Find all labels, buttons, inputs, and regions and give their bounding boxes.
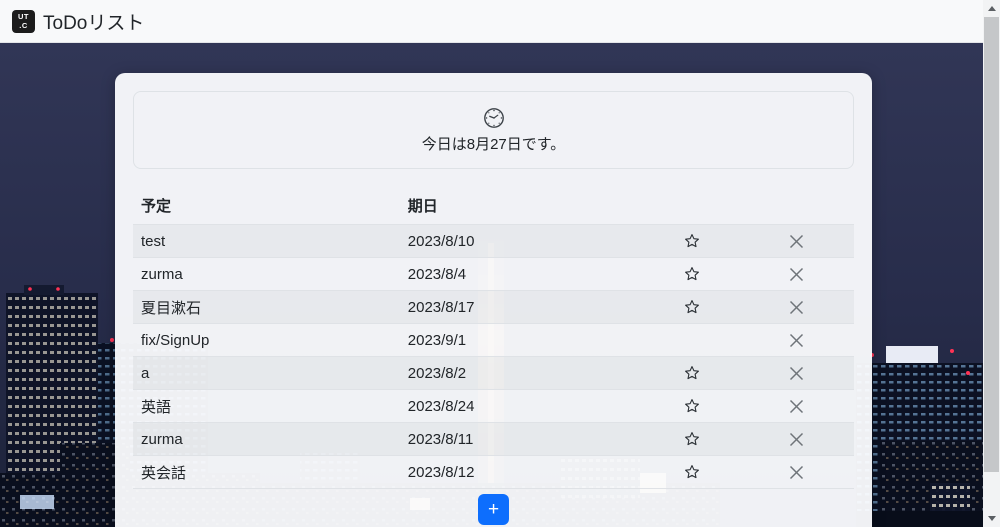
- scroll-down-arrow-icon: [988, 516, 996, 521]
- app-logo-icon: UT .C: [12, 10, 35, 33]
- date-banner: 今日は8月27日です。: [133, 91, 854, 169]
- x-icon: [789, 300, 804, 315]
- x-icon: [789, 465, 804, 480]
- todo-row: 夏目漱石 2023/8/17: [133, 291, 854, 324]
- clock-icon: [483, 107, 505, 129]
- todo-row: a 2023/8/2: [133, 357, 854, 390]
- todo-table: 予定 期日 test 2023/8/10: [133, 191, 854, 527]
- x-icon: [789, 333, 804, 348]
- scrollbar-thumb[interactable]: [984, 17, 999, 472]
- star-button[interactable]: [678, 297, 706, 317]
- today-date-message: 今日は8月27日です。: [422, 133, 566, 154]
- task-cell: 英会話: [133, 456, 400, 489]
- logo-text-bottom: .C: [19, 21, 28, 30]
- scroll-up-button[interactable]: [983, 0, 1000, 17]
- star-icon: [684, 233, 700, 249]
- delete-button[interactable]: [783, 430, 810, 449]
- logo-text-top: UT: [18, 12, 29, 21]
- x-icon: [789, 432, 804, 447]
- column-header-due: 期日: [400, 191, 645, 225]
- due-cell: 2023/8/11: [400, 423, 645, 456]
- delete-button[interactable]: [783, 364, 810, 383]
- todo-row: 英会話 2023/8/12: [133, 456, 854, 489]
- star-button[interactable]: [678, 396, 706, 416]
- star-icon: [684, 365, 700, 381]
- app-header: UT .C ToDoリスト: [0, 0, 983, 43]
- x-icon: [789, 366, 804, 381]
- star-icon: [684, 431, 700, 447]
- scroll-down-button[interactable]: [983, 510, 1000, 527]
- todo-row: zurma 2023/8/4: [133, 258, 854, 291]
- due-cell: 2023/8/24: [400, 390, 645, 423]
- column-header-delete: [739, 191, 854, 225]
- delete-button[interactable]: [783, 463, 810, 482]
- x-icon: [789, 234, 804, 249]
- todo-row: 英語 2023/8/24: [133, 390, 854, 423]
- table-header-row: 予定 期日: [133, 191, 854, 225]
- todo-row: zurma 2023/8/11: [133, 423, 854, 456]
- delete-button[interactable]: [783, 232, 810, 251]
- vertical-scrollbar[interactable]: [983, 0, 1000, 527]
- star-button[interactable]: [678, 429, 706, 449]
- todo-card: 今日は8月27日です。 予定 期日 test 2023/8/10: [115, 73, 872, 527]
- delete-button[interactable]: [783, 265, 810, 284]
- task-cell: test: [133, 225, 400, 258]
- task-cell: 夏目漱石: [133, 291, 400, 324]
- delete-button[interactable]: [783, 331, 810, 350]
- add-row: +: [133, 489, 854, 527]
- star-icon: [684, 398, 700, 414]
- due-cell: 2023/9/1: [400, 324, 645, 357]
- task-cell: 英語: [133, 390, 400, 423]
- star-icon: [684, 266, 700, 282]
- todo-row: test 2023/8/10: [133, 225, 854, 258]
- x-icon: [789, 399, 804, 414]
- task-cell: fix/SignUp: [133, 324, 400, 357]
- task-cell: zurma: [133, 423, 400, 456]
- star-button[interactable]: [678, 231, 706, 251]
- star-button[interactable]: [678, 363, 706, 383]
- column-header-favorite: [645, 191, 739, 225]
- delete-button[interactable]: [783, 298, 810, 317]
- star-icon: [684, 464, 700, 480]
- app-title: ToDoリスト: [43, 8, 144, 35]
- todo-table-body: test 2023/8/10 zurma 2023/8/4: [133, 225, 854, 489]
- add-todo-button[interactable]: +: [478, 494, 509, 525]
- todo-row: fix/SignUp 2023/9/1: [133, 324, 854, 357]
- star-button[interactable]: [678, 264, 706, 284]
- due-cell: 2023/8/2: [400, 357, 645, 390]
- due-cell: 2023/8/12: [400, 456, 645, 489]
- due-cell: 2023/8/4: [400, 258, 645, 291]
- scroll-up-arrow-icon: [988, 6, 996, 11]
- due-cell: 2023/8/10: [400, 225, 645, 258]
- star-icon: [684, 299, 700, 315]
- delete-button[interactable]: [783, 397, 810, 416]
- due-cell: 2023/8/17: [400, 291, 645, 324]
- task-cell: zurma: [133, 258, 400, 291]
- x-icon: [789, 267, 804, 282]
- star-button[interactable]: [678, 462, 706, 482]
- task-cell: a: [133, 357, 400, 390]
- column-header-task: 予定: [133, 191, 400, 225]
